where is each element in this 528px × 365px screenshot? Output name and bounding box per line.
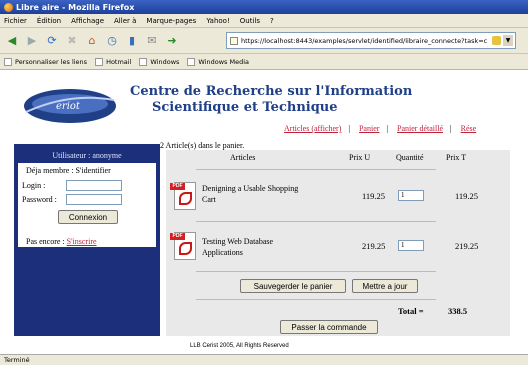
login-input[interactable] xyxy=(66,180,122,191)
site-title: Centre de Recherche sur l'Information Sc… xyxy=(130,84,413,115)
firefox-icon xyxy=(4,2,13,12)
total-value: 338.5 xyxy=(448,306,468,316)
address-url: https://localhost:8443/examples/servlet/… xyxy=(241,36,488,45)
signup-line: Pas encore : S'inscrire xyxy=(26,237,97,246)
item-total-price: 219.25 xyxy=(455,241,479,251)
total-label: Total = xyxy=(398,306,424,316)
window-titlebar: Libre aire - Mozilla Firefox xyxy=(0,0,528,14)
item-unit-price: 219.25 xyxy=(362,241,386,251)
login-form: Déja membre : S'identifier Login : Passw… xyxy=(18,163,156,247)
divider xyxy=(196,299,436,300)
divider xyxy=(196,169,436,170)
current-user: Utilisateur : anonyme xyxy=(52,151,122,160)
stop-icon[interactable]: ✖ xyxy=(64,33,80,49)
password-label: Password : xyxy=(22,195,57,204)
col-articles: Articles xyxy=(230,153,256,162)
nav-panier-detaille-link[interactable]: Panier détaillé xyxy=(397,124,443,133)
navigation-toolbar: ◀ ▶ ⟳ ✖ ⌂ ◷ ▮ ✉ ➜ https://localhost:8443… xyxy=(0,28,528,54)
col-prix-t: Prix T xyxy=(446,153,467,162)
bookmark-windows-media[interactable]: Windows Media xyxy=(187,57,249,66)
status-bar: Terminé xyxy=(0,354,528,365)
reload-icon[interactable]: ⟳ xyxy=(44,33,60,49)
nav-articles-link[interactable]: Articles (afficher) xyxy=(284,124,341,133)
menu-marque-pages[interactable]: Marque-pages xyxy=(146,17,196,25)
divider xyxy=(196,271,436,272)
pdf-icon: PDF xyxy=(170,232,196,260)
site-nav: Articles (afficher) | Panier | Panier déta… xyxy=(284,124,477,133)
svg-text:eriot: eriot xyxy=(56,101,81,112)
bookmark-personnaliser[interactable]: Personnaliser les liens xyxy=(4,57,87,66)
cart-table: Articles Prix U Quantité Prix T PDF Deni… xyxy=(166,150,510,336)
item-qty-input[interactable]: 1 xyxy=(398,190,424,201)
page-footer: LLB Cerist 2005, All Rights Reserved xyxy=(190,343,289,349)
menu-outils[interactable]: Outils xyxy=(240,17,260,25)
bookmarks-toolbar: Personnaliser les liens Hotmail Windows … xyxy=(0,54,528,70)
nav-reservations-link[interactable]: Rése xyxy=(461,124,477,133)
signup-link[interactable]: S'inscrire xyxy=(67,237,97,246)
menu-affichage[interactable]: Affichage xyxy=(71,17,104,25)
page-icon xyxy=(230,37,238,45)
menu-edition[interactable]: Édition xyxy=(37,17,61,25)
go-icon[interactable]: ➜ xyxy=(164,33,180,49)
address-bar[interactable]: https://localhost:8443/examples/servlet/… xyxy=(226,32,516,49)
connect-button[interactable]: Connexion xyxy=(58,210,118,224)
checkout-button[interactable]: Passer la commande xyxy=(280,320,378,334)
item-title: Denigning a Usable Shopping Cart xyxy=(202,184,299,204)
divider xyxy=(196,221,436,222)
save-cart-button[interactable]: Sauvegerder le panier xyxy=(240,279,346,293)
login-label: Login : xyxy=(22,181,46,190)
item-qty-input[interactable]: 1 xyxy=(398,240,424,251)
bookmarks-icon[interactable]: ▮ xyxy=(124,33,140,49)
menu-yahoo[interactable]: Yahoo! xyxy=(206,17,229,25)
back-icon[interactable]: ◀ xyxy=(4,33,20,49)
bookmark-icon xyxy=(139,57,148,66)
menu-fichier[interactable]: Fichier xyxy=(4,17,27,25)
pdf-icon: PDF xyxy=(170,182,196,210)
bookmark-icon xyxy=(95,57,104,66)
col-quantite: Quantité xyxy=(396,153,424,162)
menu-help[interactable]: ? xyxy=(270,17,274,25)
bookmark-hotmail[interactable]: Hotmail xyxy=(95,57,131,66)
home-icon[interactable]: ⌂ xyxy=(84,33,100,49)
cerist-logo: eriot xyxy=(24,89,116,123)
cart-count: 2 Article(s) dans le panier. xyxy=(160,141,245,150)
update-cart-button[interactable]: Mettre a jour xyxy=(352,279,418,293)
col-prix-u: Prix U xyxy=(349,153,371,162)
bookmark-icon xyxy=(187,57,196,66)
item-unit-price: 119.25 xyxy=(362,191,386,201)
window-title: Libre aire - Mozilla Firefox xyxy=(16,2,135,12)
item-total-price: 119.25 xyxy=(455,191,479,201)
history-icon[interactable]: ◷ xyxy=(104,33,120,49)
bookmark-windows[interactable]: Windows xyxy=(139,57,179,66)
dropdown-arrow-icon[interactable]: ▼ xyxy=(503,35,513,46)
lock-icon xyxy=(492,36,501,45)
mail-icon[interactable]: ✉ xyxy=(144,33,160,49)
forward-icon[interactable]: ▶ xyxy=(24,33,40,49)
menu-bar: Fichier Édition Affichage Aller à Marque… xyxy=(0,14,528,28)
item-title: Testing Web Database Applications xyxy=(202,237,274,257)
menu-aller[interactable]: Aller à xyxy=(114,17,136,25)
password-input[interactable] xyxy=(66,194,122,205)
bookmark-icon xyxy=(4,57,12,66)
nav-panier-link[interactable]: Panier xyxy=(359,124,379,133)
login-sidebar: Utilisateur : anonyme Déja membre : S'id… xyxy=(14,144,160,336)
member-prompt: Déja membre : S'identifier xyxy=(26,166,111,175)
